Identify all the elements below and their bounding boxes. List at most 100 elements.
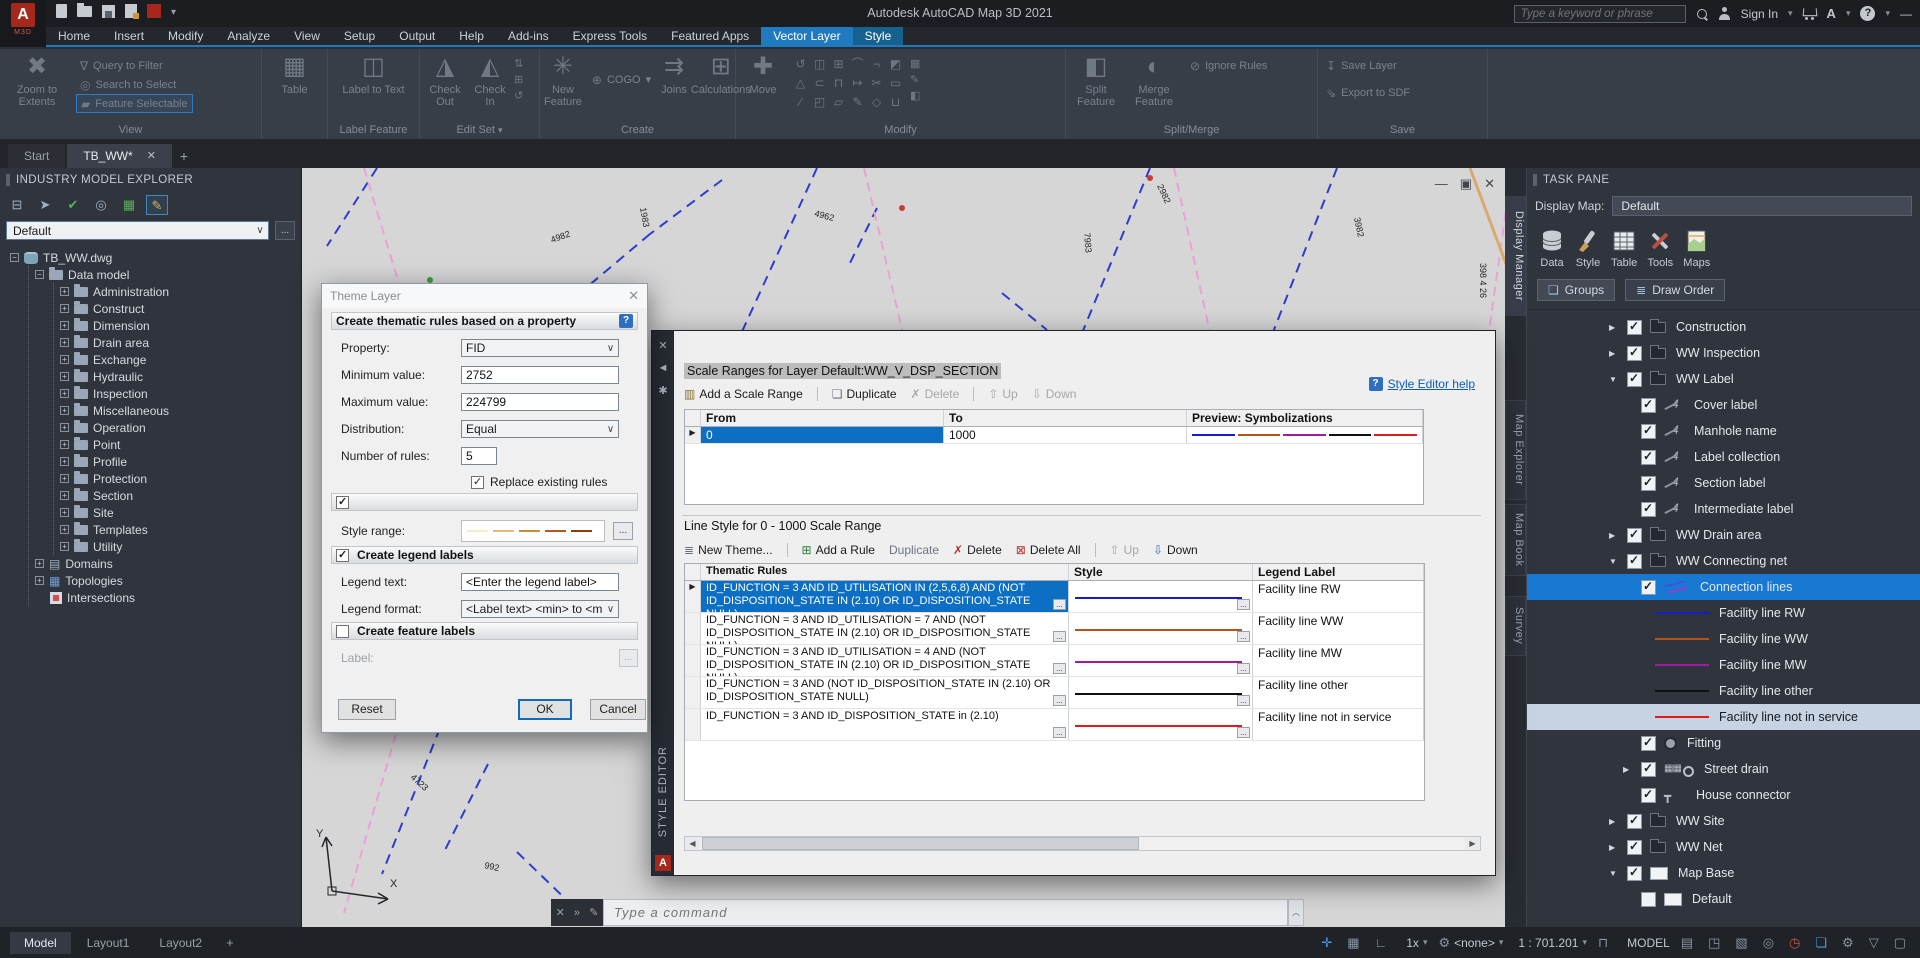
expand-icon[interactable]: + (60, 287, 69, 296)
thematic-rule-row[interactable]: ▶ ID_FUNCTION = 3 AND ID_UTILISATION IN … (685, 581, 1424, 613)
generate-graphics-icon[interactable]: ▦ (118, 195, 140, 215)
ribbon-tab[interactable]: Featured Apps (659, 27, 761, 45)
modify-extra-icon[interactable]: ◧ (910, 89, 920, 102)
rule-browse-button[interactable]: ... (1053, 631, 1066, 642)
ribbon-tab[interactable]: Help (447, 27, 496, 45)
qat-dropdown-icon[interactable] (171, 4, 176, 18)
style-button[interactable]: Style (1575, 228, 1601, 269)
style-browse-button[interactable]: ... (1237, 727, 1250, 738)
tree-node-category[interactable]: + Protection (60, 470, 301, 487)
model-paper-button[interactable]: MODEL ▾ (1623, 936, 1670, 950)
modify-tool-icon[interactable]: ⊂ (811, 75, 828, 92)
validate-features-icon[interactable]: ✔ (62, 195, 84, 215)
quick-view-layouts-icon[interactable]: ◳ ▾ (1708, 935, 1724, 951)
rule-browse-button[interactable]: ... (1053, 599, 1066, 610)
tab-drawing[interactable]: TB_WW* ✕ (67, 144, 172, 168)
distribution-select[interactable]: Equal∨ (461, 420, 619, 438)
modify-tool-icon[interactable]: ◫ (811, 56, 828, 73)
check-out-button[interactable]: ◮ Check Out (424, 52, 466, 108)
snap-mode-icon[interactable]: ∟ ▾ (1375, 935, 1392, 950)
layer-row[interactable]: ▶ Construction (1527, 314, 1920, 340)
ribbon-tab[interactable]: Insert (102, 27, 156, 45)
rule-down-button[interactable]: ⇩Down (1153, 543, 1198, 557)
expand-icon[interactable]: + (60, 508, 69, 517)
tree-node-category[interactable]: + Utility (60, 538, 301, 555)
layer-row[interactable]: Section label (1527, 470, 1920, 496)
visibility-checkbox[interactable] (1641, 762, 1656, 777)
panel-label-edit-set[interactable]: Edit Set ▾ (420, 123, 539, 139)
visibility-checkbox[interactable] (1641, 424, 1656, 439)
modify-tool-icon[interactable]: ⌒ (849, 56, 866, 73)
feature-selectable-button[interactable]: ▰Feature Selectable (76, 94, 193, 113)
map-scale-button[interactable]: 1 : 701.201 ▾ (1514, 936, 1587, 950)
style-editor-close-icon[interactable]: ✕ (658, 339, 667, 352)
expand-icon[interactable]: + (60, 406, 69, 415)
query-database-icon[interactable]: ⊟ (6, 195, 28, 215)
goto-feature-icon[interactable]: ➤ (34, 195, 56, 215)
visibility-checkbox[interactable] (1641, 580, 1656, 595)
edit-set-icon[interactable]: ↺ (514, 89, 523, 102)
scroll-left-icon[interactable]: ◀ (685, 837, 700, 850)
modify-tool-icon[interactable]: ⊓ (830, 75, 847, 92)
expand-icon[interactable]: + (60, 542, 69, 551)
layer-row[interactable]: Facility line not in service (1527, 704, 1920, 730)
thematic-rule-row[interactable]: ▶ ID_FUNCTION = 3 AND ID_DISPOSITION_STA… (685, 709, 1424, 741)
layer-row[interactable]: Facility line RW (1527, 600, 1920, 626)
new-feature-button[interactable]: ✳ New Feature (544, 52, 582, 108)
tree-node-category[interactable]: + Inspection (60, 385, 301, 402)
expand-arrow-icon[interactable]: ▶ (1609, 843, 1627, 852)
expand-arrow-icon[interactable]: ▶ (1609, 817, 1627, 826)
move-button[interactable]: ✚ Move (740, 52, 786, 96)
duplicate-rule-button[interactable]: Duplicate (889, 543, 939, 557)
legend-text-input[interactable] (461, 573, 619, 591)
doc-restore-icon[interactable]: ▣ (1460, 176, 1472, 192)
layer-row[interactable]: ▶ WW Inspection (1527, 340, 1920, 366)
acad-workspace-icon[interactable] (147, 4, 161, 18)
style-browse-button[interactable]: ... (1237, 599, 1250, 610)
tree-node-topologies[interactable]: + ▦ Topologies (35, 572, 301, 589)
doc-close-icon[interactable]: ✕ (1484, 176, 1495, 192)
isolate-objects-icon[interactable]: ◎ ▾ (1763, 935, 1778, 951)
modify-tool-icon[interactable]: ◰ (811, 94, 828, 111)
replace-existing-rules-checkbox[interactable] (471, 476, 484, 489)
modify-tool-icon[interactable]: ◇ (868, 94, 885, 111)
tree-node-category[interactable]: + Construct (60, 300, 301, 317)
modify-tool-icon[interactable]: ✎ (849, 94, 866, 111)
expand-icon[interactable]: + (60, 491, 69, 500)
rule-browse-button[interactable]: ... (1053, 695, 1066, 706)
tree-node-category[interactable]: + Exchange (60, 351, 301, 368)
delete-all-button[interactable]: ⊠Delete All (1016, 543, 1081, 557)
layer-row[interactable]: Label collection (1527, 444, 1920, 470)
create-styles-checkbox[interactable] (336, 496, 349, 509)
thematic-rule-row[interactable]: ▶ ID_FUNCTION = 3 AND (NOT ID_DISPOSITIO… (685, 677, 1424, 709)
new-theme-button[interactable]: ≣New Theme... (684, 543, 773, 557)
table-button[interactable]: Table (1611, 228, 1637, 269)
feedback-icon[interactable]: ❏ ▾ (1815, 935, 1831, 951)
modify-tool-icon[interactable]: ⊞ (830, 56, 847, 73)
tab-map-book[interactable]: Map Book (1505, 504, 1526, 576)
tree-node-root[interactable]: − TB_WW.dwg (10, 249, 301, 266)
edit-database-icon[interactable]: ✎ (146, 195, 168, 215)
expand-arrow-icon[interactable]: ▼ (1609, 375, 1627, 384)
style-editor-help-link[interactable]: Style Editor help (1388, 377, 1475, 391)
autodesk-logo-icon[interactable]: A (1827, 6, 1836, 21)
new-layout-button[interactable]: + (218, 935, 242, 950)
edit-set-icon[interactable]: ⊞ (514, 73, 523, 86)
up-button[interactable]: ⇧Up (988, 387, 1017, 401)
layer-row[interactable]: Facility line MW (1527, 652, 1920, 678)
ribbon-tab[interactable]: Home (46, 27, 102, 45)
merge-feature-button[interactable]: ◐ Merge Feature (1128, 52, 1180, 108)
draw-order-button[interactable]: ≣ Draw Order (1625, 279, 1725, 301)
legend-format-select[interactable]: <Label text> <min> to <max>∨ (461, 600, 619, 618)
annotation-scale-button[interactable]: 1x ▾ (1402, 936, 1427, 950)
search-input[interactable] (1514, 5, 1686, 23)
expand-arrow-icon[interactable]: ▶ (1609, 323, 1627, 332)
layer-row[interactable]: Facility line other (1527, 678, 1920, 704)
tab-start[interactable]: Start (8, 144, 65, 168)
tab-map-explorer[interactable]: Map Explorer (1505, 400, 1526, 500)
style-editor-pin-icon[interactable]: ◄ (658, 362, 669, 374)
expand-icon[interactable]: + (60, 525, 69, 534)
check-in-button[interactable]: ◭ Check In (472, 52, 508, 108)
lock-ui-icon[interactable]: ⊓ ▾ (1598, 935, 1612, 951)
add-rule-button[interactable]: ⊞Add a Rule (802, 543, 875, 557)
